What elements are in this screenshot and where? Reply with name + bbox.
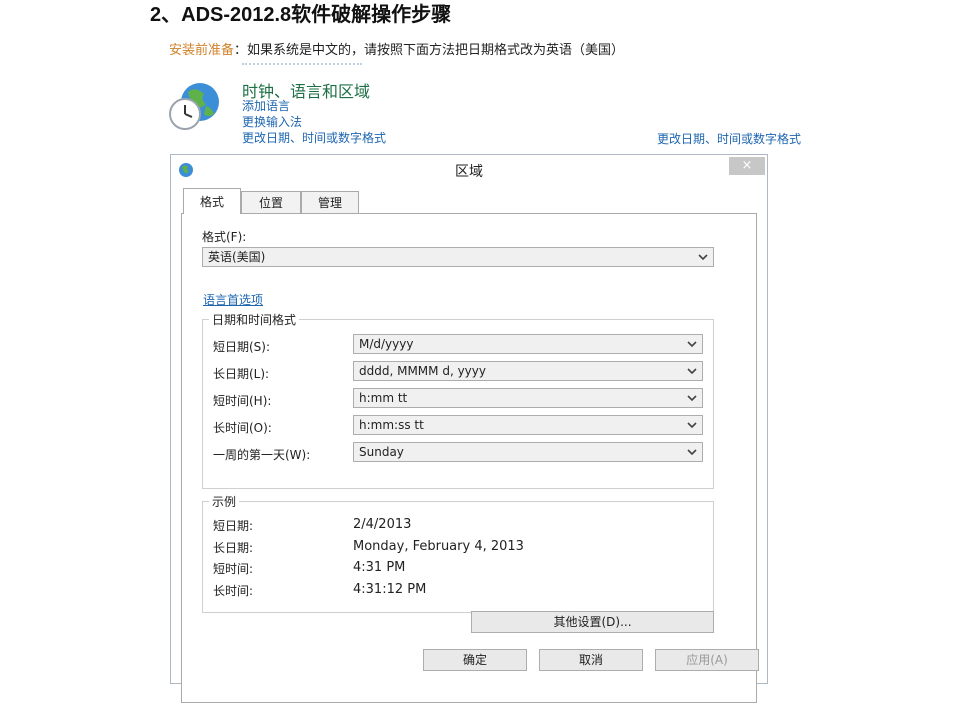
example-long-time-label: 长时间:	[213, 584, 254, 598]
change-date-format-link-right[interactable]: 更改日期、时间或数字格式	[657, 130, 801, 147]
language-preferences-link[interactable]: 语言首选项	[203, 291, 263, 308]
first-day-of-week-label: 一周的第一天(W):	[213, 448, 311, 462]
document-heading: 2、ADS-2012.8软件破解操作步骤	[150, 4, 452, 26]
short-time-label: 短时间(H):	[213, 394, 272, 408]
first-day-of-week-select[interactable]: Sunday	[353, 442, 703, 462]
example-long-time-value: 4:31:12 PM	[353, 582, 427, 597]
long-time-select[interactable]: h:mm:ss tt	[353, 415, 703, 435]
format-select-value: 英语(美国)	[208, 250, 266, 264]
long-time-label: 长时间(O):	[213, 421, 272, 435]
example-short-date-value: 2/4/2013	[353, 517, 412, 532]
globe-clock-icon	[169, 83, 219, 130]
example-long-date-label: 长日期:	[213, 541, 254, 555]
examples-group: 示例 短日期: 2/4/2013 长日期: Monday, February 4…	[202, 493, 714, 613]
short-time-select[interactable]: h:mm tt	[353, 388, 703, 408]
short-date-value: M/d/yyyy	[359, 337, 414, 351]
chevron-down-icon	[687, 395, 697, 402]
change-date-format-link[interactable]: 更改日期、时间或数字格式	[242, 129, 386, 146]
chevron-down-icon	[698, 254, 708, 261]
dialog-titlebar: 区域 ×	[171, 155, 767, 185]
cropped-link-fragment	[242, 63, 362, 70]
datetime-formats-group: 日期和时间格式 短日期(S): M/d/yyyy 长日期(L): dddd, M…	[202, 311, 714, 489]
document-note: 安装前准备：如果系统是中文的，请按照下面方法把日期格式改为英语（美国）	[169, 39, 624, 58]
region-dialog: 区域 × 格式 位置 管理 格式(F): 英语(美国) 语言首选项 日期和时间格…	[170, 154, 768, 703]
other-settings-button[interactable]: 其他设置(D)...	[471, 611, 714, 633]
short-date-select[interactable]: M/d/yyyy	[353, 334, 703, 354]
tab-administrative[interactable]: 管理	[301, 191, 359, 213]
tab-location[interactable]: 位置	[241, 191, 301, 213]
note-text: ：如果系统是中文的，请按照下面方法把日期格式改为英语（美国）	[234, 43, 625, 58]
note-prefix: 安装前准备	[169, 43, 235, 58]
first-day-of-week-value: Sunday	[359, 445, 404, 459]
chevron-down-icon	[687, 368, 697, 375]
change-input-method-link[interactable]: 更换输入法	[242, 113, 302, 130]
example-short-date-label: 短日期:	[213, 519, 254, 533]
chevron-down-icon	[687, 422, 697, 429]
long-date-value: dddd, MMMM d, yyyy	[359, 364, 486, 378]
examples-group-title: 示例	[209, 493, 240, 510]
apply-button[interactable]: 应用(A)	[655, 649, 759, 671]
ok-button[interactable]: 确定	[423, 649, 527, 671]
datetime-group-title: 日期和时间格式	[209, 311, 300, 328]
cancel-button[interactable]: 取消	[539, 649, 643, 671]
chevron-down-icon	[687, 341, 697, 348]
long-date-select[interactable]: dddd, MMMM d, yyyy	[353, 361, 703, 381]
add-language-link[interactable]: 添加语言	[242, 97, 290, 114]
chevron-down-icon	[687, 449, 697, 456]
tab-format[interactable]: 格式	[183, 188, 241, 214]
short-time-value: h:mm tt	[359, 391, 408, 405]
example-short-time-value: 4:31 PM	[353, 560, 406, 575]
example-short-time-label: 短时间:	[213, 562, 254, 576]
close-button[interactable]: ×	[729, 157, 765, 175]
short-date-label: 短日期(S):	[213, 340, 271, 354]
dialog-title: 区域	[455, 164, 483, 180]
format-tab-panel: 格式(F): 英语(美国) 语言首选项 日期和时间格式 短日期(S): M/d/…	[181, 213, 757, 703]
long-time-value: h:mm:ss tt	[359, 418, 424, 432]
format-label: 格式(F):	[202, 230, 247, 244]
format-select[interactable]: 英语(美国)	[202, 247, 714, 267]
example-long-date-value: Monday, February 4, 2013	[353, 539, 524, 554]
long-date-label: 长日期(L):	[213, 367, 270, 381]
